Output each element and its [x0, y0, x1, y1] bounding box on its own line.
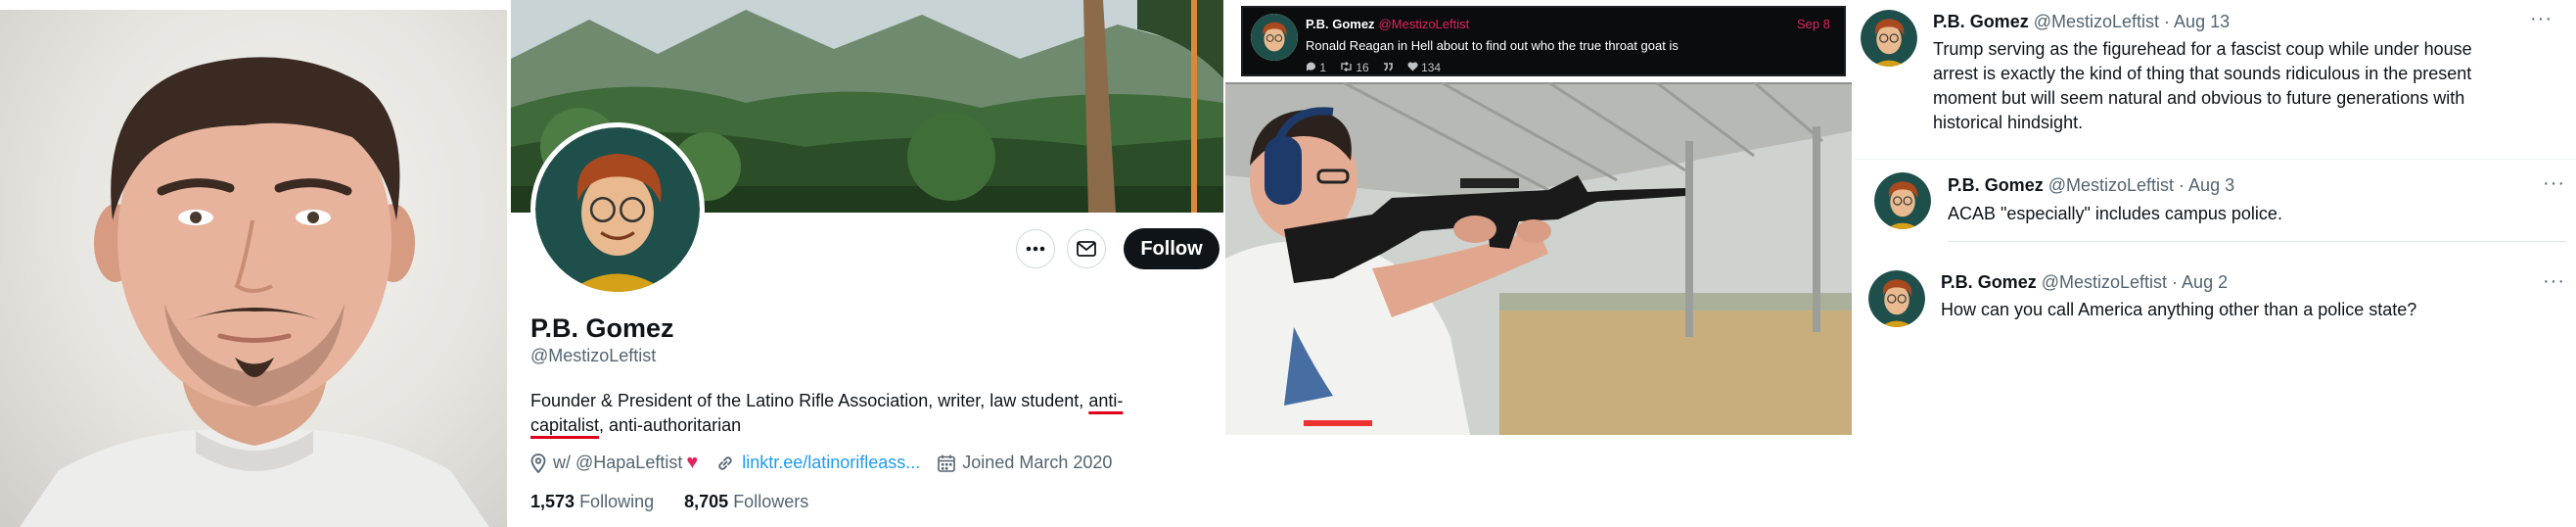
tweet-header: P.B. Gomez @MestizoLeftist · Aug 13	[1933, 12, 2230, 32]
tweet-item[interactable]: P.B. Gomez @MestizoLeftist · Aug 13 ··· …	[1855, 0, 2576, 159]
tweet-avatar[interactable]	[1874, 172, 1931, 229]
followers-count: 8,705	[684, 492, 729, 511]
tweet-date[interactable]: · Aug 13	[2164, 12, 2230, 31]
profile-card: Follow P.B. Gomez @MestizoLeftist Founde…	[511, 0, 1223, 527]
like-icon	[1407, 62, 1418, 72]
profile-handle: @MestizoLeftist	[530, 346, 657, 365]
tweet-author-name[interactable]: P.B. Gomez	[1941, 272, 2037, 292]
bio-underlined-anti: anti-	[1088, 391, 1124, 410]
embedded-tweet-avatar	[1251, 14, 1298, 61]
like-count: 134	[1421, 61, 1442, 74]
link-icon	[718, 455, 732, 470]
retweet-icon	[1341, 61, 1352, 72]
more-icon	[1026, 246, 1045, 252]
website-link[interactable]: linktr.ee/latinorifleass...	[742, 453, 920, 473]
quote-action[interactable]	[1383, 61, 1394, 74]
message-button[interactable]	[1067, 229, 1106, 268]
tweet-text: How can you call America anything other …	[1941, 300, 2417, 319]
tweet-author-handle[interactable]: @MestizoLeftist	[2034, 12, 2159, 31]
location-text: w/ @HapaLeftist	[553, 453, 683, 472]
location-pin-icon	[530, 453, 546, 473]
tweet-header: P.B. Gomez @MestizoLeftist · Aug 3	[1948, 175, 2234, 196]
retweet-action[interactable]: 16	[1340, 61, 1369, 74]
tweet-author-name[interactable]: P.B. Gomez	[1933, 12, 2029, 31]
bio-text-start: Founder & President of the Latino Rifle …	[530, 391, 1089, 410]
profile-joined: Joined March 2020	[938, 453, 1112, 473]
envelope-icon	[1077, 241, 1096, 257]
follow-button[interactable]: Follow	[1124, 228, 1219, 269]
more-options-button[interactable]	[1016, 229, 1055, 268]
embedded-tweet-text: Ronald Reagan in Hell about to find out …	[1306, 38, 1679, 53]
joined-text: Joined March 2020	[962, 453, 1113, 472]
tweet-item[interactable]: P.B. Gomez @MestizoLeftist · Aug 3 ··· A…	[1855, 159, 2576, 257]
heart-icon: ♥	[686, 452, 699, 473]
profile-website[interactable]: linktr.ee/latinorifleass...	[715, 453, 920, 473]
reply-count: 1	[1319, 61, 1327, 74]
embedded-tweet-handle: @MestizoLeftist	[1378, 17, 1470, 31]
portrait-photo	[0, 10, 507, 527]
followers-stat[interactable]: 8,705 Followers	[684, 492, 808, 512]
embedded-tweet[interactable]: P.B. Gomez @MestizoLeftist Sep 8 Ronald R…	[1241, 6, 1846, 76]
tweet-author-handle[interactable]: @MestizoLeftist	[2048, 175, 2174, 195]
tweet-date[interactable]: · Aug 3	[2179, 175, 2234, 195]
tweet-avatar[interactable]	[1861, 10, 1917, 67]
tweet-date[interactable]: · Aug 2	[2172, 272, 2228, 292]
tweet-more-button[interactable]: ···	[2530, 8, 2553, 30]
tweet-more-button[interactable]: ···	[2543, 270, 2565, 293]
reply-icon	[1307, 62, 1315, 72]
tweet-avatar[interactable]	[1868, 270, 1925, 327]
bio-text-end: , anti-authoritarian	[599, 415, 742, 435]
following-label: Following	[579, 492, 655, 511]
tweet-item[interactable]: P.B. Gomez @MestizoLeftist · Aug 2 ··· H…	[1855, 257, 2576, 355]
followers-label: Followers	[733, 492, 809, 511]
profile-display-name: P.B. Gomez	[530, 313, 674, 343]
embedded-tweet-date: Sep 8	[1797, 17, 1830, 31]
following-stat[interactable]: 1,573 Following	[530, 492, 654, 512]
quote-icon	[1383, 63, 1393, 72]
tweet-author-handle[interactable]: @MestizoLeftist	[2042, 272, 2167, 292]
rifle-range-photo	[1225, 82, 1852, 435]
retweet-count: 16	[1356, 61, 1369, 74]
tweet-more-button[interactable]: ···	[2543, 172, 2565, 195]
profile-meta-row: w/ @HapaLeftist ♥ linktr.ee/latinoriflea…	[530, 452, 1129, 474]
tweet-text: ACAB "especially" includes campus police…	[1948, 204, 2282, 223]
like-action[interactable]: 134	[1407, 61, 1441, 74]
reply-action[interactable]: 1	[1306, 61, 1326, 74]
bio-underlined-capitalist: capitalist	[530, 415, 600, 435]
tweet-text: Trump serving as the figurehead for a fa…	[1933, 39, 2472, 132]
embedded-tweet-actions: 1 16 134	[1306, 61, 1441, 74]
profile-avatar[interactable]	[530, 122, 705, 297]
profile-stats: 1,573 Following 8,705 Followers	[530, 492, 834, 512]
profile-bio: Founder & President of the Latino Rifle …	[530, 389, 1196, 438]
embedded-tweet-header: P.B. Gomez @MestizoLeftist	[1306, 17, 1469, 31]
embedded-tweet-name: P.B. Gomez	[1306, 17, 1375, 31]
profile-location: w/ @HapaLeftist ♥	[530, 452, 698, 474]
tweet-divider	[1948, 241, 2566, 242]
tweet-author-name[interactable]: P.B. Gomez	[1948, 175, 2044, 195]
tweet-header: P.B. Gomez @MestizoLeftist · Aug 2	[1941, 272, 2228, 293]
calendar-icon	[938, 455, 956, 472]
tweets-list: P.B. Gomez @MestizoLeftist · Aug 13 ··· …	[1855, 0, 2576, 527]
following-count: 1,573	[530, 492, 575, 511]
